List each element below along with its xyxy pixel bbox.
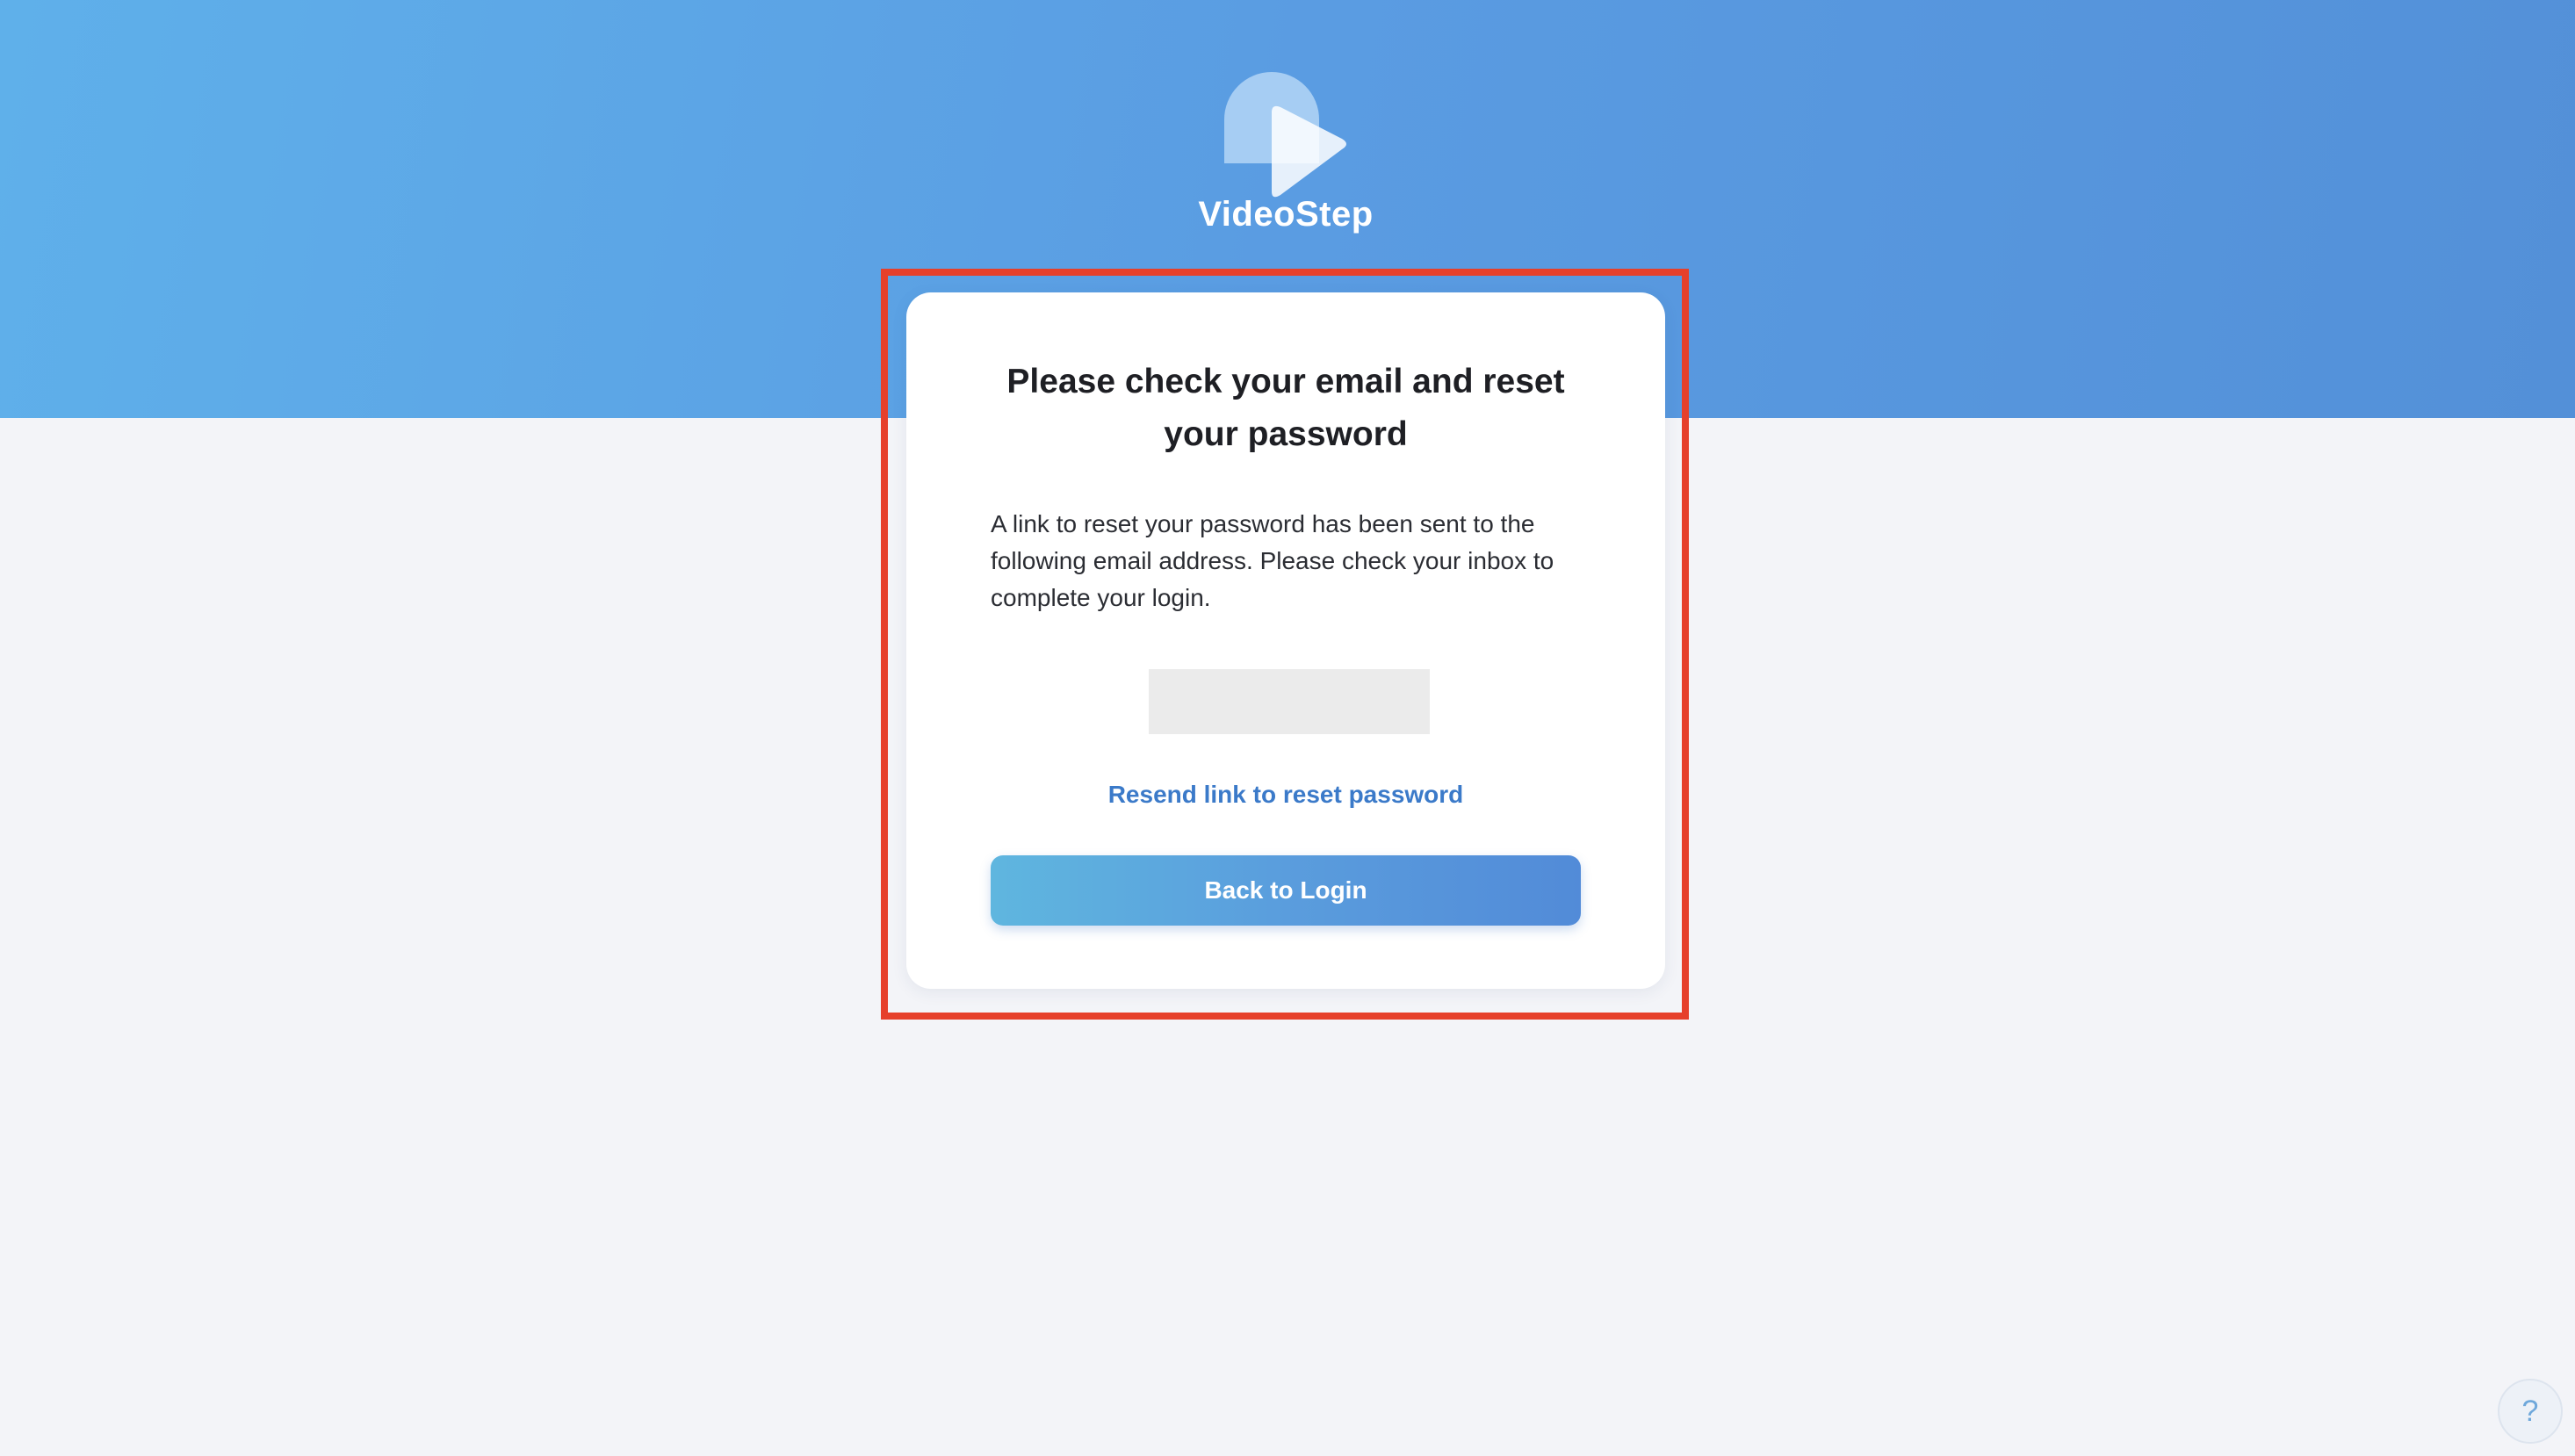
card-message: A link to reset your password has been s…: [991, 510, 1554, 611]
card-title: Please check your email and reset your p…: [1006, 363, 1565, 453]
back-to-login-button[interactable]: Back to Login: [991, 855, 1581, 926]
videostep-play-logo-icon: [1224, 72, 1346, 198]
reset-password-card: Please check your email and reset your p…: [906, 292, 1665, 989]
help-button[interactable]: ?: [2498, 1379, 2563, 1444]
resend-reset-link[interactable]: Resend link to reset password: [906, 781, 1665, 809]
brand-logo: VideoStep: [1198, 72, 1374, 239]
brand-name: VideoStep: [1198, 195, 1374, 234]
email-address-field: [1149, 669, 1430, 734]
help-icon: ?: [2521, 1395, 2539, 1428]
reset-password-confirmation-page: VideoStep Please check your email and re…: [0, 0, 2575, 1456]
